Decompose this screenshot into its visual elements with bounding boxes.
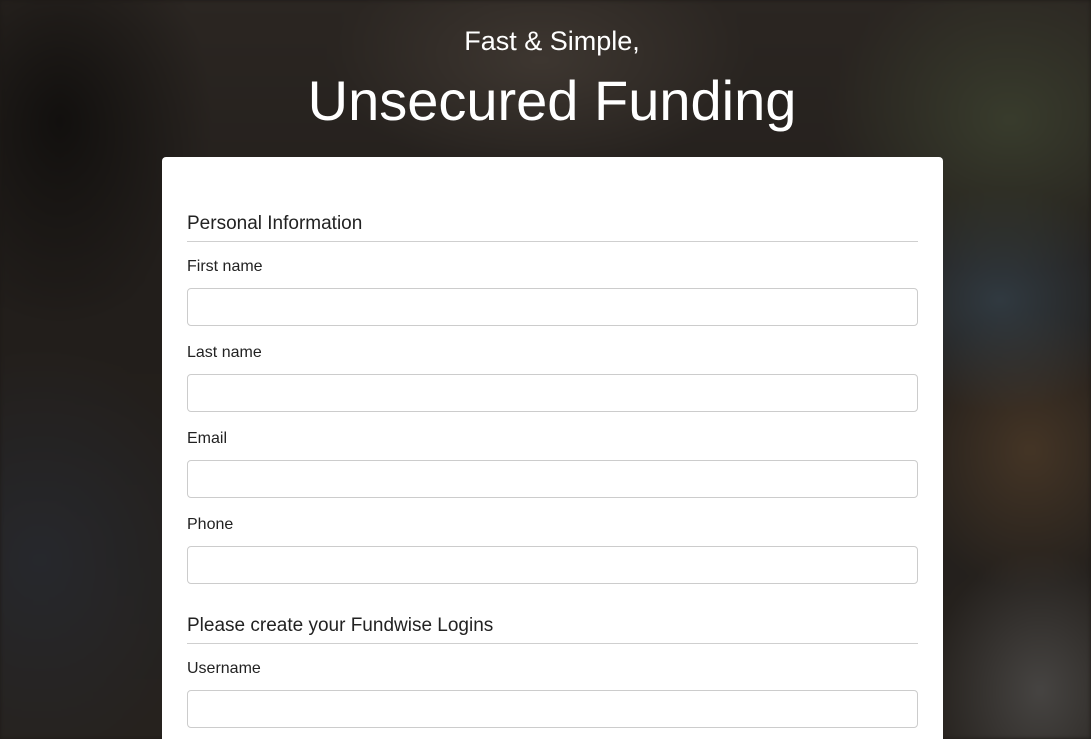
phone-label: Phone [187, 516, 234, 533]
first-name-input[interactable] [187, 288, 918, 326]
section-title-personal-information: Personal Information [187, 212, 918, 242]
username-input[interactable] [187, 690, 918, 728]
email-input[interactable] [187, 460, 918, 498]
hero-subtitle: Fast & Simple, [464, 26, 640, 56]
phone-input[interactable] [187, 546, 918, 584]
last-name-input[interactable] [187, 374, 918, 412]
last-name-label: Last name [187, 344, 262, 361]
section-title-fundwise-logins: Please create your Fundwise Logins [187, 614, 918, 644]
email-label: Email [187, 430, 228, 447]
username-label: Username [187, 660, 261, 677]
signup-form-card: Personal Information First name Last nam… [162, 157, 943, 739]
hero-title: Unsecured Funding [307, 69, 797, 132]
first-name-label: First name [187, 258, 263, 275]
